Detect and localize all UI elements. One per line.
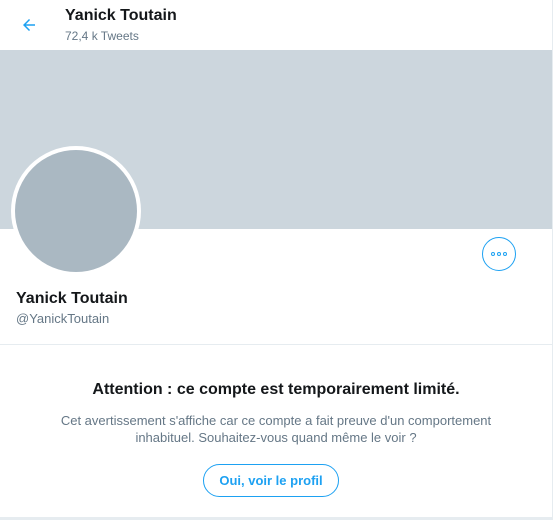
warning-text: Cet avertissement s'affiche car ce compt… <box>60 413 492 445</box>
more-options-button[interactable] <box>482 237 516 271</box>
header-title: Yanick Toutain <box>65 7 177 24</box>
display-name: Yanick Toutain <box>16 290 128 307</box>
warning-title: Attention : ce compte est temporairement… <box>92 381 460 398</box>
arrow-left-icon <box>23 19 35 31</box>
divider <box>0 344 552 345</box>
more-options-icon <box>491 252 507 256</box>
tweet-count: 72,4 k Tweets <box>65 29 139 43</box>
view-profile-button[interactable]: Oui, voir le profil <box>203 464 339 497</box>
profile-column: Yanick Toutain 72,4 k Tweets Yanick Tout… <box>0 0 553 520</box>
dot <box>491 252 495 256</box>
user-handle: @YanickToutain <box>16 311 110 326</box>
restricted-account-warning: Attention : ce compte est temporairement… <box>0 380 552 446</box>
dot <box>503 252 507 256</box>
dot <box>497 252 501 256</box>
avatar[interactable] <box>15 150 137 272</box>
profile-header: Yanick Toutain 72,4 k Tweets <box>0 0 552 50</box>
back-button[interactable] <box>14 10 44 40</box>
